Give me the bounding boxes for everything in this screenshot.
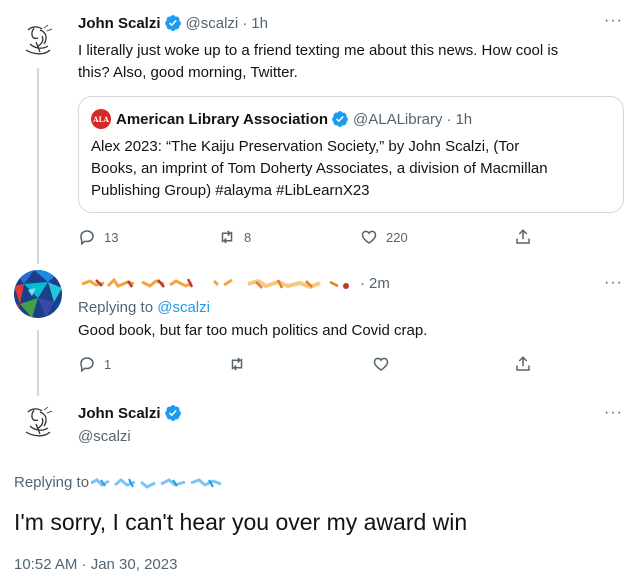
like-icon — [361, 230, 377, 244]
quote-author-handle: @ALALibrary — [353, 110, 443, 128]
quote-text-line1: Alex 2023: “The Kaiju Preservation Socie… — [91, 138, 520, 155]
share-icon — [516, 229, 530, 244]
like-button[interactable] — [372, 355, 390, 373]
reply-button[interactable]: 1 — [78, 355, 111, 373]
reply-button[interactable]: 13 — [78, 228, 118, 246]
share-button[interactable] — [514, 355, 532, 373]
tweet1-text-line1: I literally just woke up to a friend tex… — [78, 42, 559, 59]
share-icon — [516, 356, 530, 371]
verified-badge-icon — [164, 14, 182, 32]
tweet1-header: John Scalzi @scalzi · 1h — [78, 14, 268, 32]
tweet2-replying-to: Replying to @scalzi — [78, 298, 210, 318]
quote-time: 1h — [455, 110, 473, 128]
retweet-count: 8 — [244, 229, 252, 245]
redacted-name-scribble — [81, 277, 349, 289]
quote-header: ALA American Library Association @ALALib… — [91, 109, 472, 129]
quote-author-name: American Library Association — [116, 110, 329, 128]
replying-handle-link[interactable]: @scalzi — [157, 299, 210, 316]
main-author-row: John Scalzi — [78, 404, 182, 422]
reply-count: 1 — [104, 356, 112, 372]
main-tweet-timestamp[interactable]: 10:52 AM · Jan 30, 2023 — [14, 556, 177, 573]
reply-icon — [80, 357, 94, 373]
main-replying-to: Replying to — [14, 474, 225, 491]
tweet1-actions: 13 8 220 — [78, 228, 538, 250]
tweet1-text-line2: this? Also, good morning, Twitter. — [78, 64, 298, 81]
retweet-button[interactable] — [228, 355, 246, 373]
separator-dot: · — [242, 14, 248, 32]
avatar-user-2[interactable] — [14, 270, 62, 318]
retweet-icon — [221, 230, 233, 244]
replying-prefix: Replying to — [14, 474, 90, 491]
separator-dot: · — [360, 275, 365, 292]
retweet-icon — [231, 357, 243, 371]
reply-icon — [80, 230, 94, 246]
tweet2-header: · 2m — [78, 275, 390, 292]
like-icon — [373, 357, 389, 371]
avatar-scalzi-main[interactable] — [14, 398, 62, 446]
main-more-icon[interactable]: ··· — [604, 404, 623, 422]
tweet1-author-name[interactable]: John Scalzi — [78, 15, 161, 32]
tweet1-author-handle[interactable]: @scalzi — [186, 15, 239, 32]
quoted-tweet-card[interactable]: ALA American Library Association @ALALib… — [78, 96, 624, 213]
verified-badge-icon — [164, 404, 182, 422]
main-author-handle[interactable]: @scalzi — [78, 427, 131, 447]
main-author-name[interactable]: John Scalzi — [78, 405, 161, 422]
thread-line-2 — [37, 330, 39, 396]
scalzi-sketch-avatar-icon — [14, 398, 62, 446]
ala-avatar: ALA — [91, 109, 111, 129]
retweet-button[interactable]: 8 — [218, 228, 251, 246]
redacted-handle-scribble[interactable] — [89, 476, 225, 490]
replying-prefix: Replying to — [78, 299, 158, 316]
scalzi-sketch-avatar-icon — [14, 16, 62, 64]
quote-text-line2: Books, an imprint of Tom Doherty Associa… — [91, 160, 548, 177]
reply-count: 13 — [104, 229, 119, 245]
main-tweet-text: I'm sorry, I can't hear you over my awar… — [14, 509, 468, 535]
like-count: 220 — [386, 229, 408, 245]
tweet2-actions: 1 — [78, 355, 538, 377]
tweet2-time[interactable]: 2m — [369, 275, 390, 292]
mosaic-avatar-icon — [14, 270, 62, 318]
quote-text-line3: Publishing Group) #alayma #LibLearnX23 — [91, 182, 370, 199]
tweet1-more-icon[interactable]: ··· — [604, 12, 623, 30]
separator-dot: · — [446, 110, 452, 128]
thread-line-1 — [37, 68, 39, 264]
verified-badge-icon — [331, 110, 349, 128]
tweet2-more-icon[interactable]: ··· — [604, 274, 623, 292]
avatar-scalzi-1[interactable] — [14, 16, 62, 64]
share-button[interactable] — [514, 228, 532, 246]
tweet1-time[interactable]: 1h — [251, 15, 268, 32]
like-button[interactable]: 220 — [360, 228, 408, 246]
tweet2-text: Good book, but far too much politics and… — [78, 322, 428, 339]
